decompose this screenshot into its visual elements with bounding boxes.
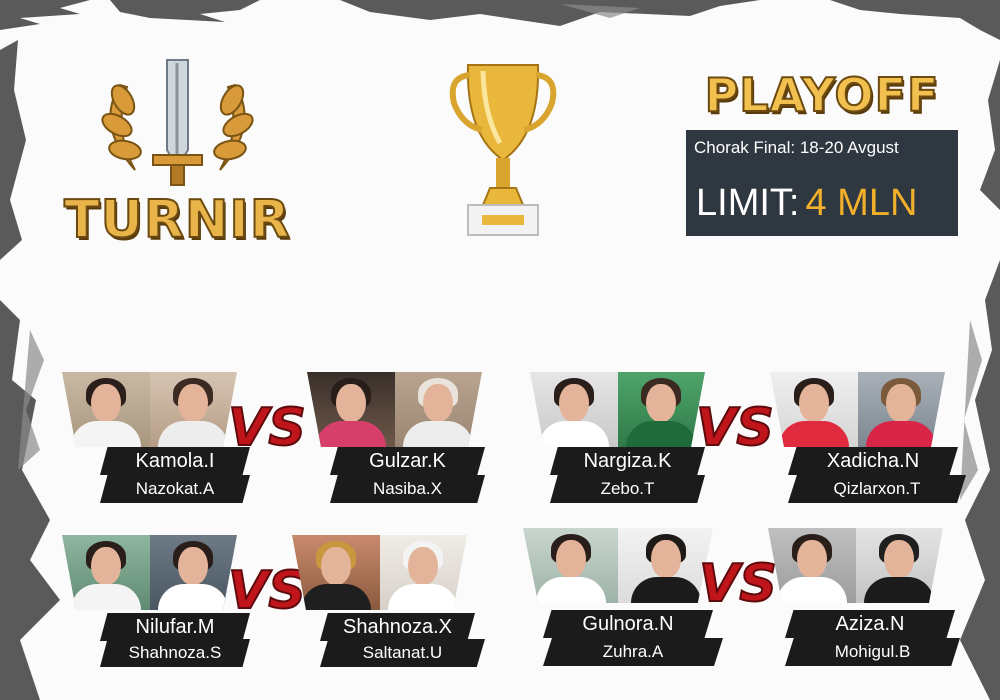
team-right-photos xyxy=(307,372,482,447)
turnir-title: TURNIR xyxy=(63,189,291,251)
playoff-panel: PLAYOFF Chorak Final: 18-20 Avgust LIMIT… xyxy=(686,67,958,238)
partner-name: Zuhra.A xyxy=(543,638,723,666)
player-name: Aziza.N xyxy=(785,610,955,638)
player-name: Shahnoza.X xyxy=(320,613,475,641)
match-card: VS Gulnora.N Zuhra.A Aziza.N Mohigul.B xyxy=(523,528,973,666)
player-photo xyxy=(523,528,618,603)
match-card: VS Nilufar.M Shahnoza.S Shahnoza.X Salta… xyxy=(62,535,512,670)
player-name: Kamola.I xyxy=(100,447,250,475)
team-left-photos xyxy=(62,372,237,447)
svg-text:VS: VS xyxy=(699,554,777,614)
player-photo xyxy=(855,528,943,603)
player-photo xyxy=(307,372,395,447)
player-name: Xadicha.N xyxy=(788,447,958,475)
player-name: Gulzar.K xyxy=(330,447,485,475)
team-right-photos xyxy=(292,535,467,610)
player-name: Gulnora.N xyxy=(543,610,713,638)
svg-text:VS: VS xyxy=(228,561,306,621)
player-photo xyxy=(857,372,945,447)
limit-label: LIMIT: xyxy=(696,182,800,224)
player-name: Nargiza.K xyxy=(550,447,705,475)
playoff-info-box: Chorak Final: 18-20 Avgust LIMIT: 4 MLN xyxy=(686,130,958,236)
vs-icon: VS xyxy=(698,553,778,615)
partner-name: Shahnoza.S xyxy=(100,639,250,667)
team-left-photos xyxy=(523,528,713,603)
player-photo xyxy=(292,535,380,610)
match-card: VS Kamola.I Nazokat.A Gulzar.K Nasiba.X xyxy=(62,372,512,507)
turnir-logo: TURNIR xyxy=(55,55,300,251)
player-photo xyxy=(768,528,856,603)
partner-name: Nazokat.A xyxy=(100,475,250,503)
limit-row: LIMIT: 4 MLN xyxy=(696,182,917,225)
partner-name: Qizlarxon.T xyxy=(788,475,966,503)
team-left-photos xyxy=(530,372,705,447)
player-photo xyxy=(62,535,150,610)
player-photo xyxy=(394,372,482,447)
laurel-sword-icon xyxy=(101,59,254,186)
team-right-photos xyxy=(768,528,943,603)
playoff-title: PLAYOFF xyxy=(704,67,940,123)
player-photo xyxy=(62,372,150,447)
team-right-photos xyxy=(770,372,945,447)
svg-text:VS: VS xyxy=(696,398,774,458)
limit-value: 4 MLN xyxy=(805,182,918,224)
partner-name: Mohigul.B xyxy=(785,638,960,666)
team-left-photos xyxy=(62,535,237,610)
partner-name: Saltanat.U xyxy=(320,639,485,667)
match-card: VS Nargiza.K Zebo.T Xadicha.N Qizlarxon.… xyxy=(530,372,980,507)
player-name: Nilufar.M xyxy=(100,613,250,641)
playoff-date: Chorak Final: 18-20 Avgust xyxy=(694,138,899,157)
partner-name: Nasiba.X xyxy=(330,475,485,503)
partner-name: Zebo.T xyxy=(550,475,705,503)
player-photo xyxy=(379,535,467,610)
player-photo xyxy=(530,372,618,447)
player-photo xyxy=(770,372,858,447)
trophy-icon xyxy=(449,64,557,236)
